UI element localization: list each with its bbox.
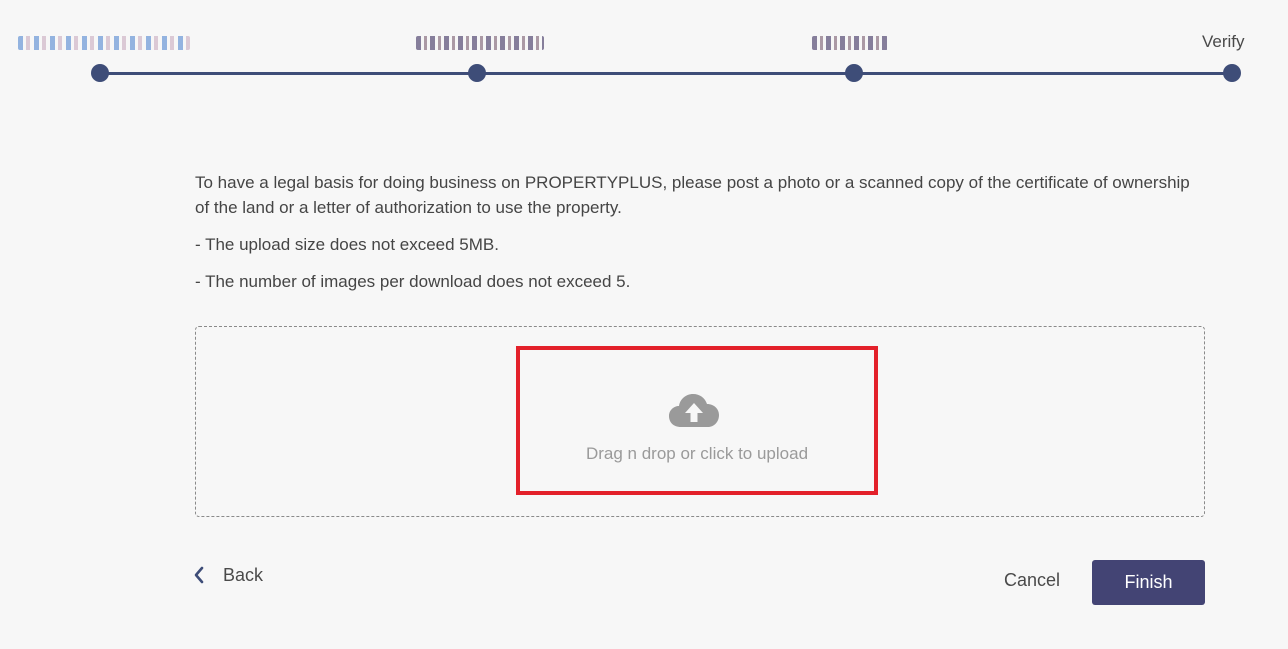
- upload-size-rule: - The upload size does not exceed 5MB.: [195, 235, 499, 254]
- step-2-label: [416, 36, 544, 50]
- image-count-rule: - The number of images per download does…: [195, 272, 631, 291]
- cloud-upload-icon[interactable]: [668, 392, 720, 428]
- upload-instruction-text[interactable]: Drag n drop or click to upload: [516, 444, 878, 464]
- progress-stepper: Verify: [0, 0, 1288, 100]
- upload-verification-page: Verify To have a legal basis for doing b…: [0, 0, 1288, 649]
- step-1-dot[interactable]: [91, 64, 109, 82]
- step-4-label: Verify: [1202, 32, 1245, 51]
- instructions-paragraph: To have a legal basis for doing business…: [195, 173, 1190, 217]
- chevron-left-icon: [194, 566, 204, 584]
- instructions: To have a legal basis for doing business…: [195, 170, 1195, 306]
- stepper-line: [99, 72, 1232, 75]
- step-4-dot[interactable]: [1223, 64, 1241, 82]
- back-button[interactable]: Back: [193, 562, 263, 588]
- cancel-button[interactable]: Cancel: [992, 570, 1072, 591]
- step-3-label: [812, 36, 888, 50]
- back-button-label: Back: [223, 564, 264, 585]
- step-1-label: [18, 36, 190, 50]
- finish-button[interactable]: Finish: [1092, 560, 1205, 605]
- step-3-dot[interactable]: [845, 64, 863, 82]
- step-2-dot[interactable]: [468, 64, 486, 82]
